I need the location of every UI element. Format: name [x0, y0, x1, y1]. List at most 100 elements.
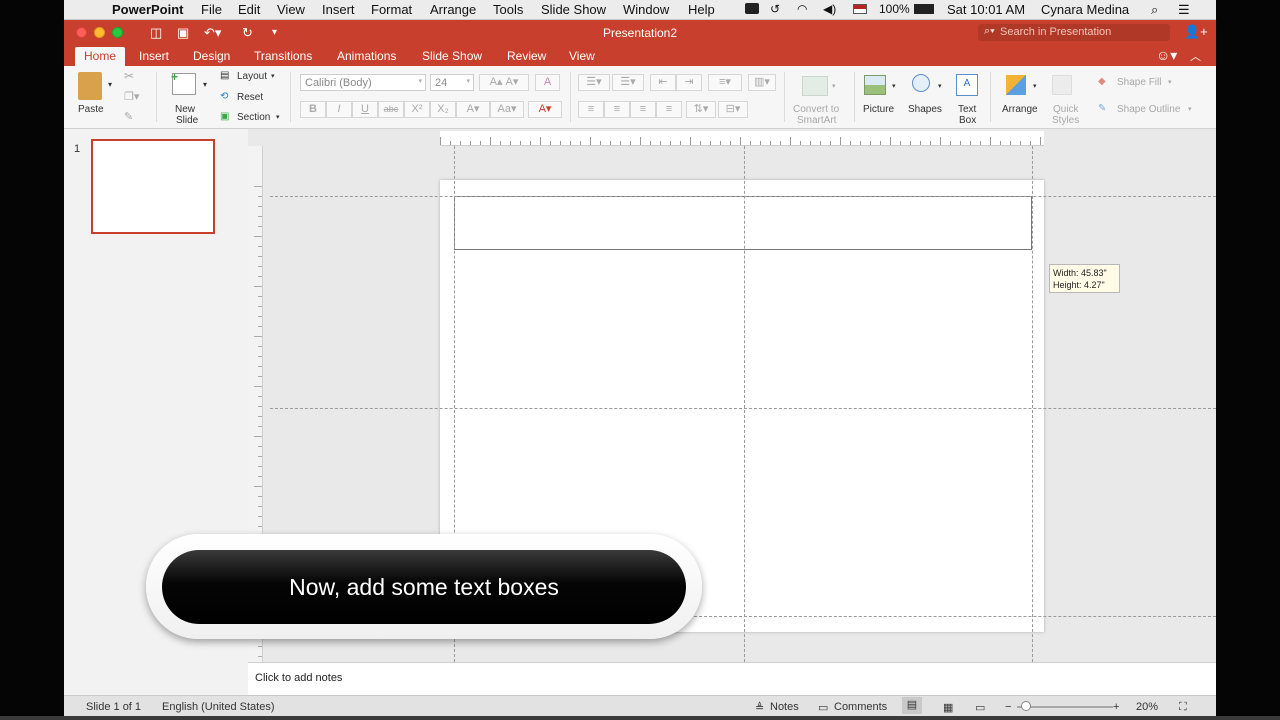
convert-smartart-dropdown-icon[interactable]: ▾ — [832, 82, 836, 90]
shapes-label[interactable]: Shapes — [908, 104, 942, 115]
shape-fill-icon[interactable]: ◆ — [1098, 76, 1106, 87]
arrange-label[interactable]: Arrange — [1002, 104, 1038, 115]
new-slide-label-1[interactable]: New — [175, 104, 195, 115]
paste-icon[interactable] — [78, 72, 102, 100]
shape-outline-icon[interactable]: ✎ — [1098, 103, 1106, 114]
reset-button[interactable]: Reset — [237, 92, 263, 103]
time-machine-icon[interactable]: ↺ — [770, 2, 780, 16]
spotlight-search-icon[interactable]: ⌕ — [1151, 2, 1158, 18]
zoom-out-icon[interactable]: − — [1005, 701, 1011, 713]
tab-design[interactable]: Design — [193, 49, 230, 63]
copy-icon[interactable]: ❐▾ — [124, 90, 139, 103]
volume-icon[interactable]: ◀) — [823, 2, 836, 16]
bold-button[interactable]: B — [300, 101, 326, 118]
tab-view[interactable]: View — [569, 49, 595, 63]
shapes-icon[interactable] — [912, 74, 930, 92]
strikethrough-button[interactable]: abc — [378, 101, 404, 118]
paste-dropdown-icon[interactable]: ▾ — [108, 80, 112, 89]
tab-review[interactable]: Review — [507, 49, 546, 63]
align-text-icon[interactable]: ⊟▾ — [718, 101, 748, 118]
wifi-icon[interactable]: ◠ — [797, 2, 807, 16]
shape-outline-dropdown-icon[interactable]: ▾ — [1188, 105, 1192, 113]
font-size-field[interactable]: 24 ▾ — [430, 74, 474, 91]
menu-help[interactable]: Help — [688, 2, 715, 17]
quick-styles-icon[interactable] — [1052, 75, 1072, 95]
grow-shrink-font-buttons[interactable]: A▴ A▾ — [479, 74, 529, 91]
notification-center-icon[interactable]: ☰ — [1178, 2, 1190, 18]
tab-insert[interactable]: Insert — [139, 49, 169, 63]
battery-percent[interactable]: 100% — [879, 2, 910, 16]
cut-icon[interactable]: ✂ — [124, 69, 134, 83]
new-slide-label-2[interactable]: Slide — [176, 115, 198, 126]
menu-slide-show[interactable]: Slide Show — [541, 2, 606, 17]
underline-button[interactable]: U — [352, 101, 378, 118]
menu-arrange[interactable]: Arrange — [430, 2, 476, 17]
guide-horizontal-middle[interactable] — [270, 408, 1216, 409]
clock[interactable]: Sat 10:01 AM — [947, 2, 1025, 17]
quick-styles-label-1[interactable]: Quick — [1053, 104, 1079, 115]
table-shape[interactable] — [454, 196, 1032, 250]
arrange-dropdown-icon[interactable]: ▾ — [1033, 82, 1037, 90]
guide-vertical-center[interactable] — [744, 146, 745, 662]
notes-placeholder[interactable]: Click to add notes — [255, 672, 342, 684]
battery-icon[interactable] — [914, 4, 934, 14]
align-center-icon[interactable]: ≡ — [604, 101, 630, 118]
justify-icon[interactable]: ≡ — [656, 101, 682, 118]
notes-pane[interactable]: Click to add notes — [248, 662, 1216, 696]
search-input[interactable] — [1000, 25, 1165, 39]
tab-transitions[interactable]: Transitions — [254, 49, 312, 63]
menu-window[interactable]: Window — [623, 2, 669, 17]
grow-font-icon[interactable]: A▴ — [490, 76, 503, 88]
zoom-slider-thumb[interactable] — [1021, 701, 1031, 711]
text-effects-icon[interactable]: A▾ — [456, 101, 490, 118]
menu-insert[interactable]: Insert — [322, 2, 355, 17]
language-indicator[interactable]: English (United States) — [162, 701, 275, 713]
layout-dropdown-icon[interactable]: ▾ — [271, 72, 275, 80]
text-box-label-2[interactable]: Box — [959, 115, 976, 126]
shapes-dropdown-icon[interactable]: ▾ — [938, 82, 942, 90]
comments-button[interactable]: Comments — [834, 701, 887, 713]
menu-edit[interactable]: Edit — [238, 2, 260, 17]
clear-formatting-icon[interactable]: A — [535, 74, 560, 91]
shape-fill-button[interactable]: Shape Fill — [1117, 77, 1161, 88]
notes-icon[interactable]: ≜ — [755, 701, 764, 714]
bullets-icon[interactable]: ☰▾ — [578, 74, 610, 91]
shrink-font-icon[interactable]: A▾ — [506, 76, 519, 88]
text-box-icon[interactable]: A — [956, 74, 978, 96]
tab-slide-show[interactable]: Slide Show — [422, 49, 482, 63]
picture-icon[interactable] — [864, 75, 886, 95]
zoom-in-icon[interactable]: + — [1113, 701, 1119, 713]
font-name-field[interactable]: Calibri (Body) ▾ — [300, 74, 426, 91]
share-person-icon[interactable]: 👤+ — [1184, 24, 1208, 40]
format-painter-icon[interactable]: ✎ — [124, 110, 133, 123]
notes-button[interactable]: Notes — [770, 701, 799, 713]
layout-button[interactable]: Layout — [237, 71, 267, 82]
search-box[interactable]: ⌕▾ — [978, 24, 1170, 41]
convert-smartart-label-1[interactable]: Convert to — [793, 104, 839, 115]
new-slide-dropdown-icon[interactable]: ▾ — [203, 80, 207, 89]
app-menu[interactable]: PowerPoint — [112, 2, 184, 17]
tab-animations[interactable]: Animations — [337, 49, 396, 63]
numbering-icon[interactable]: ☰▾ — [612, 74, 644, 91]
slide-sorter-icon[interactable]: ▦ — [943, 701, 953, 714]
menu-file[interactable]: File — [201, 2, 222, 17]
convert-smartart-icon[interactable] — [802, 76, 828, 96]
shape-outline-button[interactable]: Shape Outline — [1117, 104, 1180, 115]
convert-smartart-label-2[interactable]: SmartArt — [797, 115, 836, 126]
fit-to-window-icon[interactable]: ⛶ — [1179, 701, 1187, 714]
columns-icon[interactable]: ▥▾ — [748, 74, 776, 91]
italic-button[interactable]: I — [326, 101, 352, 118]
decrease-indent-icon[interactable]: ⇤ — [650, 74, 676, 91]
menu-view[interactable]: View — [277, 2, 305, 17]
normal-view-icon[interactable]: ▤ — [902, 697, 922, 714]
text-box-label-1[interactable]: Text — [958, 104, 976, 115]
user-name[interactable]: Cynara Medina — [1041, 2, 1129, 17]
tab-home[interactable]: Home — [75, 47, 126, 66]
zoom-percent[interactable]: 20% — [1136, 701, 1158, 713]
change-case-icon[interactable]: Aa▾ — [490, 101, 524, 118]
comments-icon[interactable]: ▭ — [818, 701, 828, 714]
guide-horizontal-top[interactable] — [270, 196, 1216, 197]
picture-dropdown-icon[interactable]: ▾ — [892, 82, 896, 90]
slideshow-view-icon[interactable]: ▭ — [975, 701, 985, 714]
collapse-ribbon-icon[interactable]: ︿ — [1190, 48, 1201, 64]
